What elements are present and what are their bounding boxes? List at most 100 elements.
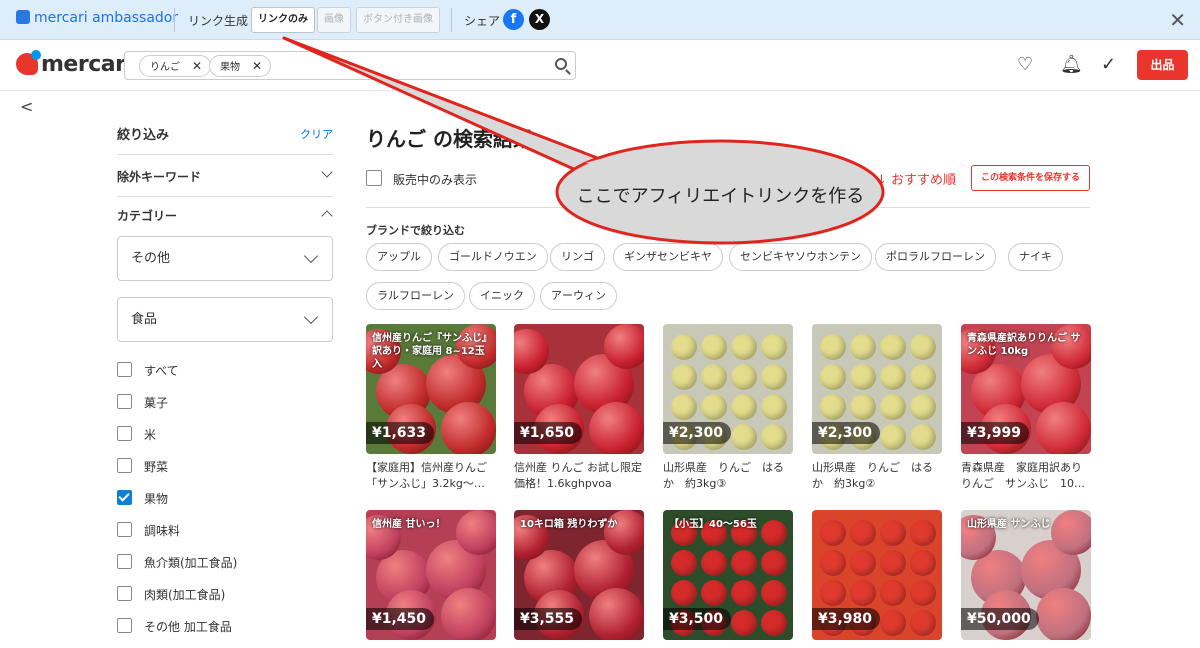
price-badge: ¥1,650: [514, 422, 583, 444]
product-title[interactable]: 信州産 りんご お試し限定価格！1.6kghpvoa: [514, 460, 644, 492]
sell-button[interactable]: 出品: [1137, 50, 1188, 80]
brand-chip[interactable]: ギンザセンビキヤ: [613, 243, 723, 271]
ambassador-bar: mercari ambassador リンク生成 リンクのみ 画像 ボタン付き画…: [0, 0, 1200, 40]
product-title[interactable]: 青森県産 家庭用訳ありりんご サンふじ 10…: [961, 460, 1091, 492]
product-image[interactable]: ¥1,650: [514, 324, 644, 454]
brand-filter-heading: ブランドで絞り込む: [366, 224, 465, 237]
product-title[interactable]: 山形県産 りんご はるか 約3kg②: [812, 460, 942, 492]
close-icon[interactable]: ✕: [192, 59, 202, 73]
price-badge: ¥3,999: [961, 422, 1030, 444]
product-image[interactable]: 【小玉】40〜56玉 ¥3,500: [663, 510, 793, 640]
checkbox: [117, 586, 132, 601]
brand-chip[interactable]: ゴールドノウエン: [438, 243, 548, 271]
product-image[interactable]: ¥2,300: [663, 324, 793, 454]
checkbox: [117, 458, 132, 473]
product-image[interactable]: 山形県産 サンふじ ¥50,000: [961, 510, 1091, 640]
image-overlay-text: 【小玉】40〜56玉: [669, 519, 757, 530]
chevron-down-icon: [303, 248, 319, 264]
category-checkbox[interactable]: 魚介類(加工食品): [117, 553, 333, 573]
checkbox: [117, 554, 132, 569]
checkbox: [117, 362, 132, 377]
category-checkbox[interactable]: 肉類(加工食品): [117, 585, 333, 605]
image-overlay-text: 10キロ箱 残りわずか: [520, 519, 618, 530]
brand-chip[interactable]: センビキヤソウホンテン: [729, 243, 872, 271]
price-badge: ¥3,500: [663, 608, 732, 630]
x-icon[interactable]: X: [529, 9, 550, 30]
heart-icon[interactable]: ♡: [1017, 54, 1033, 75]
category-select-1[interactable]: その他: [117, 236, 333, 281]
category-checkbox[interactable]: 果物: [117, 489, 333, 509]
brand-chip[interactable]: ナイキ: [1008, 243, 1063, 271]
brand-chip[interactable]: イニック: [469, 282, 535, 310]
category-select-2[interactable]: 食品: [117, 297, 333, 342]
product-title[interactable]: 山形県産 りんご はるか 約3kg③: [663, 460, 793, 492]
checkbox: [117, 618, 132, 633]
price-badge: ¥50,000: [961, 608, 1039, 630]
brand-chip[interactable]: アーウィン: [540, 282, 617, 310]
ambassador-logo[interactable]: mercari ambassador: [16, 10, 178, 26]
checkbox: [117, 426, 132, 441]
bell-icon[interactable]: 🔔︎: [1060, 54, 1083, 75]
button-image-button[interactable]: ボタン付き画像: [356, 7, 440, 33]
chevron-down-icon: [303, 309, 319, 325]
search-chip-ringo[interactable]: りんご ✕: [139, 55, 212, 77]
search-icon[interactable]: [555, 58, 567, 70]
image-overlay-text: 信州産 甘いっ！: [372, 519, 446, 530]
mercari-m-icon: [16, 50, 41, 75]
product-image[interactable]: ¥3,980: [812, 510, 942, 640]
chevron-up-icon: [321, 210, 333, 222]
checkbox: [117, 394, 132, 409]
price-badge: ¥3,555: [514, 608, 583, 630]
category-checkbox[interactable]: すべて: [117, 361, 333, 381]
divider: [366, 207, 1090, 208]
link-only-button[interactable]: リンクのみ: [251, 7, 315, 33]
mercari-logo[interactable]: mercari: [16, 50, 133, 77]
brand-chip[interactable]: アップル: [366, 243, 432, 271]
category-toggle[interactable]: カテゴリー: [117, 207, 333, 224]
sort-dropdown[interactable]: ↓ おすすめ順: [876, 169, 956, 188]
checkbox: [117, 490, 132, 505]
category-checkbox[interactable]: その他 加工食品: [117, 617, 333, 637]
price-badge: ¥2,300: [663, 422, 732, 444]
category-checkbox[interactable]: 調味料: [117, 521, 333, 541]
brand-chip[interactable]: リンゴ: [550, 243, 605, 271]
category-checkbox[interactable]: 米: [117, 425, 333, 445]
product-image[interactable]: 信州産りんご『サンふじ』訳あり・家庭用 8~12玉入 ¥1,633: [366, 324, 496, 454]
image-overlay-text: 山形県産 サンふじ: [967, 519, 1051, 530]
search-input[interactable]: りんご ✕ 果物 ✕: [124, 51, 576, 80]
checkbox: [117, 522, 132, 537]
exclude-keyword-toggle[interactable]: 除外キーワード: [117, 166, 333, 185]
divider: [174, 8, 175, 32]
price-badge: ¥3,980: [812, 608, 881, 630]
brand-chip[interactable]: ラルフローレン: [366, 282, 465, 310]
facebook-icon[interactable]: f: [503, 9, 524, 30]
price-badge: ¥1,450: [366, 608, 435, 630]
product-image[interactable]: 信州産 甘いっ！ ¥1,450: [366, 510, 496, 640]
close-icon[interactable]: ✕: [252, 59, 262, 73]
share-label: シェア: [464, 14, 501, 28]
product-image[interactable]: ¥2,300: [812, 324, 942, 454]
price-badge: ¥2,300: [812, 422, 881, 444]
filter-title: 絞り込み クリア: [117, 126, 333, 143]
back-chevron-icon[interactable]: <: [20, 97, 33, 116]
site-header: mercari りんご ✕ 果物 ✕ ♡ 🔔︎ ✓ 出品: [0, 40, 1200, 91]
brand-chip[interactable]: ポロラルフローレン: [875, 243, 996, 271]
chevron-down-icon: [321, 166, 333, 178]
product-image[interactable]: 10キロ箱 残りわずか ¥3,555: [514, 510, 644, 640]
product-title[interactable]: 【家庭用】信州産りんご「サンふじ」3.2kg〜…: [366, 460, 496, 492]
search-chip-fruit[interactable]: 果物 ✕: [209, 55, 272, 77]
save-search-button[interactable]: この検索条件を保存する: [971, 165, 1090, 191]
image-overlay-text: 青森県産訳ありりんご サンふじ 10kg: [967, 333, 1081, 357]
product-image[interactable]: 青森県産訳ありりんご サンふじ 10kg ¥3,999: [961, 324, 1091, 454]
image-button[interactable]: 画像: [317, 7, 351, 33]
mercari-ambassador-icon: [16, 10, 30, 24]
close-icon[interactable]: ✕: [1169, 8, 1186, 32]
link-gen-label: リンク生成: [188, 14, 249, 28]
category-checkbox[interactable]: 菓子: [117, 393, 333, 413]
category-checkbox[interactable]: 野菜: [117, 457, 333, 477]
divider: [117, 154, 333, 155]
clear-link[interactable]: クリア: [300, 126, 333, 142]
callout-text: ここでアフィリエイトリンクを作る: [576, 186, 865, 207]
divider: [451, 8, 452, 32]
check-icon[interactable]: ✓: [1101, 54, 1116, 75]
